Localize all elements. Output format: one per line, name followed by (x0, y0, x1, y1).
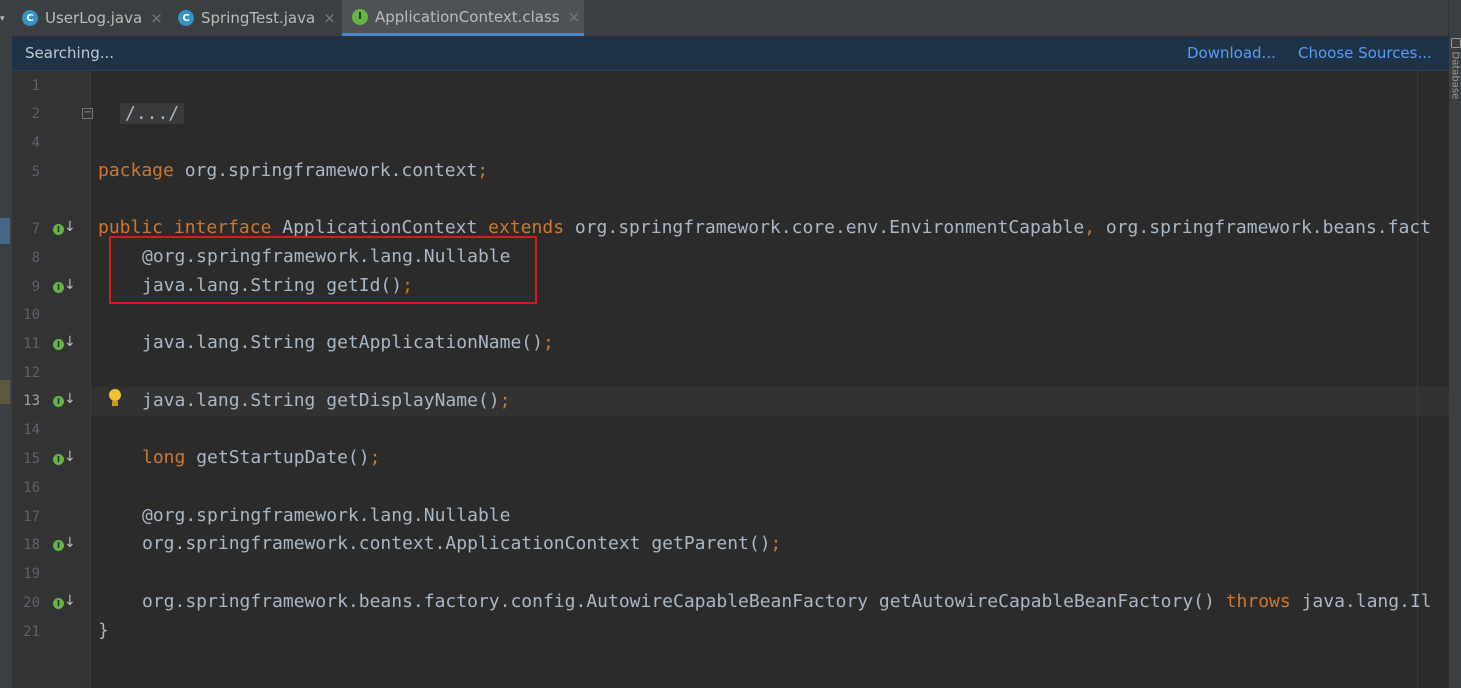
code-line-package: package org.springframework.context; (98, 160, 489, 181)
line-number: 17 (23, 509, 40, 525)
database-icon[interactable] (1451, 38, 1461, 48)
editor-gutter: 1 2 4 5 7 8 9 10 11 12 13 14 15 16 17 18… (12, 71, 93, 688)
line-number: 20 (23, 595, 40, 611)
close-icon[interactable]: × (150, 9, 163, 27)
editor-tab-bar: C UserLog.java × C SpringTest.java × I A… (12, 0, 1449, 37)
fold-collapse-icon[interactable]: − (82, 108, 93, 119)
code-editor[interactable]: 1 2 4 5 7 8 9 10 11 12 13 14 15 16 17 18… (12, 71, 1449, 688)
implemented-marker-icon[interactable]: I ↓ (53, 219, 76, 237)
right-tool-strip: Database (1448, 0, 1461, 688)
line-number: 21 (23, 624, 40, 640)
code-line-closing-brace: } (98, 620, 109, 641)
line-number: 4 (31, 135, 40, 151)
implemented-marker-icon[interactable]: I ↓ (53, 391, 76, 409)
line-number: 19 (23, 566, 40, 582)
tab-springtest-java[interactable]: C SpringTest.java × (178, 0, 346, 36)
line-number: 9 (31, 279, 40, 295)
java-class-file-icon: C (22, 10, 38, 26)
tab-userlog-java[interactable]: C UserLog.java × (22, 0, 172, 36)
line-number: 15 (23, 451, 40, 467)
tab-label: ApplicationContext.class (375, 7, 560, 26)
implemented-marker-icon[interactable]: I ↓ (53, 449, 76, 467)
line-number: 5 (31, 164, 40, 180)
left-strip-marker (0, 218, 10, 244)
left-tool-strip: ▾ (0, 0, 12, 688)
code-line-getstartupdate: long getStartupDate(); (142, 447, 381, 468)
line-number: 12 (23, 365, 40, 381)
code-line-getdisplayname: java.lang.String getDisplayName(); (142, 390, 511, 411)
tab-overflow-icon[interactable]: ▾ (0, 14, 5, 24)
implemented-marker-icon[interactable]: I ↓ (53, 593, 76, 611)
left-strip-marker (0, 380, 10, 404)
java-class-file-icon: C (178, 10, 194, 26)
notification-status: Searching... (25, 44, 115, 62)
close-icon[interactable]: × (568, 8, 581, 26)
line-number: 1 (31, 78, 40, 94)
decompiler-notification-bar: Searching... Download... Choose Sources.… (12, 37, 1449, 71)
line-number: 8 (31, 250, 40, 266)
implemented-marker-icon[interactable]: I ↓ (53, 334, 76, 352)
download-sources-link[interactable]: Download... (1187, 44, 1276, 62)
line-number: 10 (23, 307, 40, 323)
code-line-getautowirecapablebeanfactory: org.springframework.beans.factory.config… (142, 591, 1432, 612)
implemented-marker-icon[interactable]: I ↓ (53, 277, 76, 295)
line-number: 16 (23, 480, 40, 496)
tab-label: SpringTest.java (201, 9, 316, 27)
folded-code-region[interactable]: /.../ (120, 103, 185, 124)
code-line-annotation: @org.springframework.lang.Nullable (142, 505, 511, 526)
database-toolwindow-label[interactable]: Database (1450, 52, 1461, 100)
line-number-current: 13 (23, 393, 40, 409)
interface-class-file-icon: I (352, 8, 368, 25)
line-number: 18 (23, 537, 40, 553)
line-number: 2 (31, 106, 40, 122)
implemented-marker-icon[interactable]: I ↓ (53, 535, 76, 553)
code-line-interface-declaration: public interface ApplicationContext exte… (98, 217, 1431, 238)
lightbulb-intention-icon[interactable] (108, 389, 122, 409)
line-number: 7 (31, 221, 40, 237)
code-line-getapplicationname: java.lang.String getApplicationName(); (142, 332, 554, 353)
line-number: 11 (23, 336, 40, 352)
close-icon[interactable]: × (323, 9, 336, 27)
tab-applicationcontext-class[interactable]: I ApplicationContext.class × (342, 0, 584, 36)
choose-sources-link[interactable]: Choose Sources... (1298, 44, 1432, 62)
code-line-getparent: org.springframework.context.ApplicationC… (142, 533, 782, 554)
annotation-highlight-box (109, 236, 537, 304)
tab-label: UserLog.java (45, 9, 143, 27)
line-number: 14 (23, 422, 40, 438)
